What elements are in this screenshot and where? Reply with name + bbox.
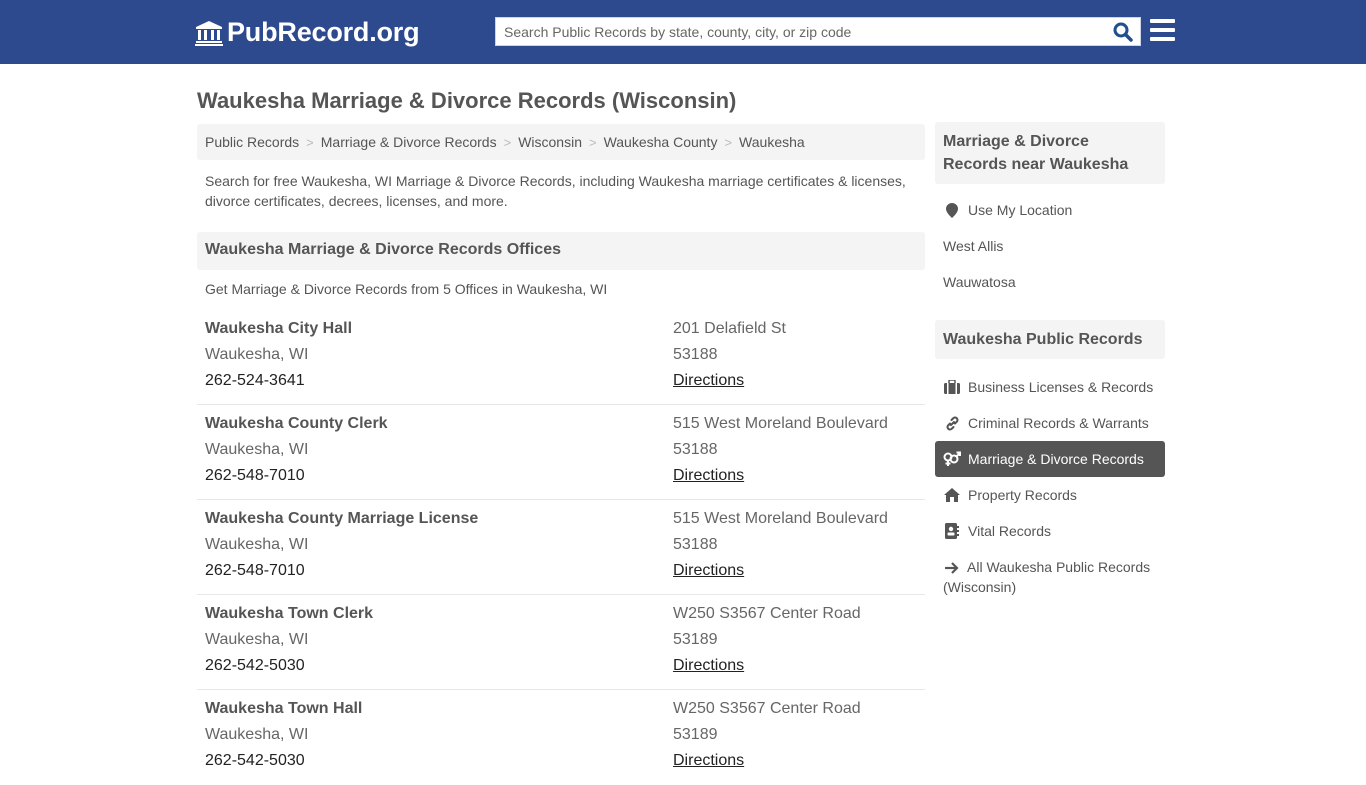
office-zip: 53189 (673, 631, 718, 648)
sidebar-item-label: Property Records (968, 487, 1077, 503)
nearby-heading: Marriage & Divorce Records near Waukesha (935, 122, 1165, 184)
hamburger-bar (1150, 28, 1175, 32)
public-records-heading: Waukesha Public Records (935, 320, 1165, 359)
nearby-section: Marriage & Divorce Records near Waukesha… (935, 122, 1165, 300)
office-name: Waukesha Town Clerk (205, 605, 374, 622)
hamburger-bar (1150, 37, 1175, 41)
sidebar-item-label: Business Licenses & Records (968, 379, 1154, 395)
search-input[interactable] (496, 18, 1106, 45)
nearby-city-west-allis[interactable]: West Allis (935, 228, 1165, 264)
offices-list: Waukesha City Hall Waukesha, WI 262-524-… (197, 310, 925, 785)
sidebar-item-all-public-records[interactable]: All Waukesha Public Records (Wisconsin) (935, 549, 1165, 605)
office-address: 515 West Moreland Boulevard (673, 415, 888, 432)
breadcrumb-waukesha-county[interactable]: Waukesha County (604, 134, 718, 150)
office-address: 201 Delafield St (673, 320, 786, 337)
hamburger-menu-icon (1150, 19, 1175, 23)
search-box (495, 17, 1141, 46)
office-address: 515 West Moreland Boulevard (673, 510, 888, 527)
briefcase-icon (943, 379, 961, 395)
sidebar-item-business-licenses[interactable]: Business Licenses & Records (935, 369, 1165, 405)
public-records-section: Waukesha Public Records Business License… (935, 320, 1165, 605)
office-phone: 262-542-5030 (205, 657, 305, 674)
office-city: Waukesha, WI (205, 631, 309, 648)
sidebar-item-criminal-records[interactable]: Criminal Records & Warrants (935, 405, 1165, 441)
breadcrumb-separator: > (503, 134, 512, 150)
page-title: Waukesha Marriage & Divorce Records (Wis… (197, 88, 737, 113)
breadcrumb-waukesha[interactable]: Waukesha (739, 134, 805, 150)
breadcrumb-wisconsin[interactable]: Wisconsin (518, 134, 582, 150)
map-marker-icon (943, 202, 961, 218)
use-my-location-link[interactable]: Use My Location (935, 192, 1165, 228)
home-icon (943, 487, 961, 503)
office-city: Waukesha, WI (205, 536, 309, 553)
breadcrumb-separator: > (588, 134, 597, 150)
site-logo[interactable]: PubRecord.org (195, 17, 420, 48)
offices-subheading: Get Marriage & Divorce Records from 5 Of… (205, 281, 608, 297)
office-name: Waukesha County Clerk (205, 415, 388, 432)
venus-mars-icon (943, 451, 961, 467)
breadcrumb-marriage-divorce-records[interactable]: Marriage & Divorce Records (321, 134, 497, 150)
nearby-city-label: Wauwatosa (943, 274, 1016, 290)
office-phone: 262-548-7010 (205, 467, 305, 484)
office-phone: 262-542-5030 (205, 752, 305, 769)
nearby-city-wauwatosa[interactable]: Wauwatosa (935, 264, 1165, 300)
office-zip: 53188 (673, 441, 718, 458)
office-item: Waukesha Town Clerk Waukesha, WI 262-542… (197, 595, 925, 690)
directions-link[interactable]: Directions (673, 372, 744, 389)
breadcrumb-separator: > (724, 134, 733, 150)
sidebar-item-label: Vital Records (968, 523, 1052, 539)
office-city: Waukesha, WI (205, 441, 309, 458)
directions-link[interactable]: Directions (673, 562, 744, 579)
sidebar-item-label: Criminal Records & Warrants (968, 415, 1149, 431)
office-name: Waukesha Town Hall (205, 700, 363, 717)
directions-link[interactable]: Directions (673, 752, 744, 769)
directions-link[interactable]: Directions (673, 467, 744, 484)
office-address: W250 S3567 Center Road (673, 700, 861, 717)
directions-link[interactable]: Directions (673, 657, 744, 674)
office-zip: 53188 (673, 536, 718, 553)
intro-text: Search for free Waukesha, WI Marriage & … (205, 173, 906, 209)
arrow-right-icon (943, 560, 961, 576)
sidebar-item-marriage-divorce[interactable]: Marriage & Divorce Records (935, 441, 1165, 477)
search-icon (1113, 22, 1133, 42)
office-city: Waukesha, WI (205, 346, 309, 363)
office-phone: 262-548-7010 (205, 562, 305, 579)
office-item: Waukesha Town Hall Waukesha, WI 262-542-… (197, 690, 925, 785)
office-zip: 53189 (673, 726, 718, 743)
nearby-city-label: West Allis (943, 238, 1004, 254)
breadcrumb-separator: > (306, 134, 314, 150)
sidebar-item-label: All Waukesha Public Records (Wisconsin) (943, 559, 1151, 595)
breadcrumb-public-records[interactable]: Public Records (205, 134, 299, 150)
office-zip: 53188 (673, 346, 718, 363)
logo-text: PubRecord.org (227, 17, 420, 47)
office-name: Waukesha City Hall (205, 320, 353, 337)
hamburger-menu-button[interactable] (1150, 19, 1176, 43)
courthouse-icon (195, 20, 223, 46)
office-item: Waukesha County Marriage License Waukesh… (197, 500, 925, 595)
office-item: Waukesha City Hall Waukesha, WI 262-524-… (197, 310, 925, 405)
nearby-list: Use My Location West Allis Wauwatosa (935, 192, 1165, 300)
office-item: Waukesha County Clerk Waukesha, WI 262-5… (197, 405, 925, 500)
office-address: W250 S3567 Center Road (673, 605, 861, 622)
breadcrumb: Public Records > Marriage & Divorce Reco… (197, 124, 925, 160)
use-my-location-label: Use My Location (968, 202, 1073, 218)
sidebar-item-label: Marriage & Divorce Records (968, 451, 1144, 467)
public-records-list: Business Licenses & Records Criminal Rec… (935, 369, 1165, 605)
office-city: Waukesha, WI (205, 726, 309, 743)
site-header: PubRecord.org (0, 0, 1366, 64)
sidebar: Marriage & Divorce Records near Waukesha… (935, 122, 1165, 605)
sidebar-item-property-records[interactable]: Property Records (935, 477, 1165, 513)
office-name: Waukesha County Marriage License (205, 510, 479, 527)
offices-heading: Waukesha Marriage & Divorce Records Offi… (197, 232, 925, 270)
address-book-icon (943, 523, 961, 539)
sidebar-item-vital-records[interactable]: Vital Records (935, 513, 1165, 549)
search-button[interactable] (1110, 21, 1136, 43)
link-icon (943, 415, 961, 431)
office-phone: 262-524-3641 (205, 372, 305, 389)
